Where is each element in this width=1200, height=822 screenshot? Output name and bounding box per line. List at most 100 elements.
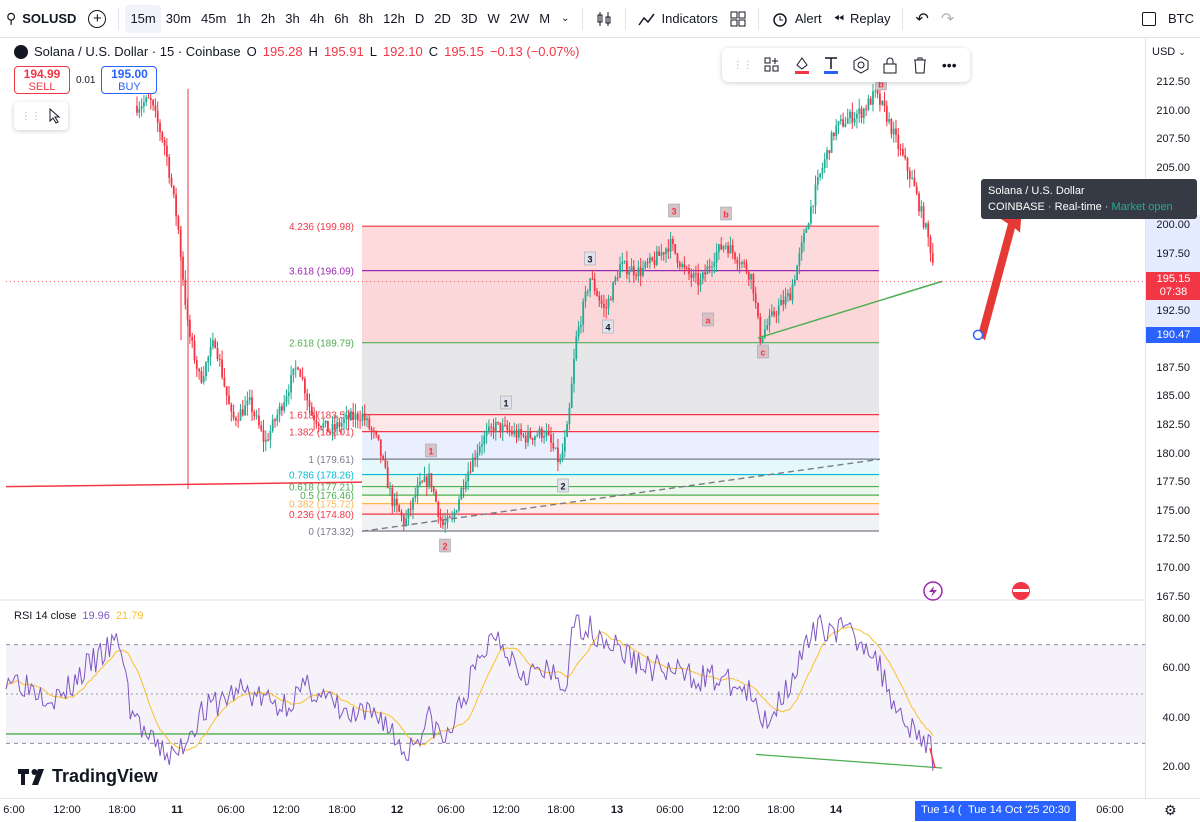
fib-zone: [362, 342, 879, 415]
timeframe-2h[interactable]: 2h: [256, 5, 280, 33]
candle-body: [554, 447, 557, 449]
candle-body: [271, 419, 274, 431]
candle-body: [504, 424, 506, 426]
candle-body: [290, 374, 292, 393]
candle-body: [297, 367, 299, 370]
replay-button[interactable]: ⏪︎ Replay: [828, 5, 897, 33]
price-label: 182.50: [1156, 419, 1190, 432]
candle-body: [168, 156, 171, 178]
timeframe-3d[interactable]: 3D: [456, 5, 483, 33]
rsi-label[interactable]: RSI 14 close: [14, 610, 76, 622]
templates-button[interactable]: [724, 5, 752, 33]
candle-body: [600, 300, 603, 304]
candle-body: [175, 194, 177, 217]
candle-body: [136, 105, 138, 113]
open-label: O: [246, 44, 257, 59]
candle-body: [770, 311, 773, 316]
price-chart[interactable]: 4.236 (199.98) 3.618 (196.09) 2.618 (189.7…: [0, 38, 1200, 822]
price-axis[interactable]: 212.50 210.00 207.50 205.00 200.00 197.50 192.…: [1145, 38, 1200, 798]
cursor-tool-widget[interactable]: ⋮⋮: [14, 102, 68, 130]
timeframe-3h[interactable]: 3h: [280, 5, 304, 33]
timeframe-d[interactable]: D: [410, 5, 429, 33]
gear-icon[interactable]: ⚙: [1164, 802, 1177, 819]
fib-level-label: 3.618 (196.09): [289, 267, 354, 278]
candle-body: [674, 243, 677, 254]
buy-button[interactable]: 195.00 BUY: [101, 66, 158, 94]
time-axis[interactable]: 6:00 12:00 18:00 11 06:00 12:00 18:00 12 06:00 12…: [0, 798, 1200, 822]
candle-body: [435, 491, 437, 502]
candle-body: [828, 150, 831, 153]
brand-name: TradingView: [52, 766, 158, 786]
fill-color-icon[interactable]: [790, 53, 814, 77]
flag-stripe: [1013, 589, 1029, 592]
timeframe-m[interactable]: M: [534, 5, 555, 33]
candle-body: [819, 173, 821, 178]
candle-body: [754, 293, 757, 303]
timeframe-dropdown[interactable]: ⌄: [555, 5, 575, 33]
tooltip-exchange: COINBASE: [988, 201, 1045, 213]
more-icon[interactable]: •••: [937, 53, 961, 77]
template-icon[interactable]: [760, 53, 784, 77]
indicators-button[interactable]: Indicators: [632, 5, 724, 33]
candle-body: [363, 413, 366, 421]
candle-body: [416, 484, 419, 497]
timeframe-w[interactable]: W: [482, 5, 504, 33]
trash-icon[interactable]: [908, 53, 932, 77]
settings-icon[interactable]: [849, 53, 873, 77]
time-label: 12:00: [53, 804, 81, 816]
candle-body: [138, 108, 141, 113]
cursor-arrow-icon[interactable]: [49, 108, 61, 124]
candle-body: [915, 186, 918, 194]
timeframe-45m[interactable]: 45m: [196, 5, 231, 33]
redo-button[interactable]: ↷: [935, 5, 960, 33]
candle-body: [839, 119, 842, 122]
candle-body: [681, 264, 683, 267]
timeframe-15m[interactable]: 15m: [125, 4, 161, 33]
timeframe-4h[interactable]: 4h: [305, 5, 329, 33]
candle-body: [635, 275, 637, 277]
time-label: 18:00: [767, 804, 795, 816]
price-label: 180.00: [1156, 447, 1190, 460]
candle-body: [405, 518, 407, 525]
buy-price: 195.00: [111, 67, 148, 81]
alert-button[interactable]: Alert: [765, 5, 828, 33]
fib-zone: [362, 495, 879, 504]
candle-body: [421, 481, 424, 483]
drag-handle-icon[interactable]: ⋮⋮: [21, 111, 41, 122]
candle-body: [704, 272, 706, 275]
chart-type-button[interactable]: [589, 5, 619, 33]
text-tool-icon[interactable]: [819, 53, 843, 77]
price-label: 170.00: [1156, 562, 1190, 574]
legend-title[interactable]: Solana / U.S. Dollar · 15 · Coinbase: [34, 44, 241, 59]
timeframe-2w[interactable]: 2W: [505, 5, 535, 33]
timeframe-6h[interactable]: 6h: [329, 5, 353, 33]
plus-circle-icon: +: [88, 9, 107, 28]
candle-body: [570, 383, 573, 408]
drag-handle-icon[interactable]: ⋮⋮: [731, 53, 755, 77]
candle-body: [846, 118, 849, 124]
candle-body: [667, 248, 670, 252]
fibonacci-extension[interactable]: 4.236 (199.98) 3.618 (196.09) 2.618 (189.7…: [289, 222, 879, 538]
candle-body: [662, 252, 665, 255]
candle-body: [773, 311, 775, 315]
symbol-search[interactable]: ⚲ SOLUSD: [0, 5, 82, 33]
tradingview-logo[interactable]: TradingView: [18, 766, 158, 787]
candle-body: [883, 100, 886, 106]
lock-icon[interactable]: [878, 53, 902, 77]
change-value: −0.13 (−0.07%): [489, 44, 580, 59]
candle-body: [793, 280, 796, 285]
timeframe-8h[interactable]: 8h: [354, 5, 378, 33]
separator: [118, 7, 120, 30]
currency-selector[interactable]: USD ⌄: [1152, 46, 1186, 58]
compare-symbol-button[interactable]: BTC: [1136, 5, 1200, 33]
add-symbol-button[interactable]: +: [82, 5, 112, 33]
timeframe-12h[interactable]: 12h: [378, 5, 410, 33]
candle-body: [612, 282, 614, 301]
timeframe-2d[interactable]: 2D: [429, 5, 456, 33]
sell-button[interactable]: 194.99 SELL: [14, 66, 70, 94]
candle-body: [299, 369, 302, 377]
timeframe-30m[interactable]: 30m: [161, 5, 196, 33]
undo-button[interactable]: ↶: [909, 5, 934, 33]
timeframe-1h[interactable]: 1h: [231, 5, 255, 33]
candle-body: [651, 257, 654, 261]
